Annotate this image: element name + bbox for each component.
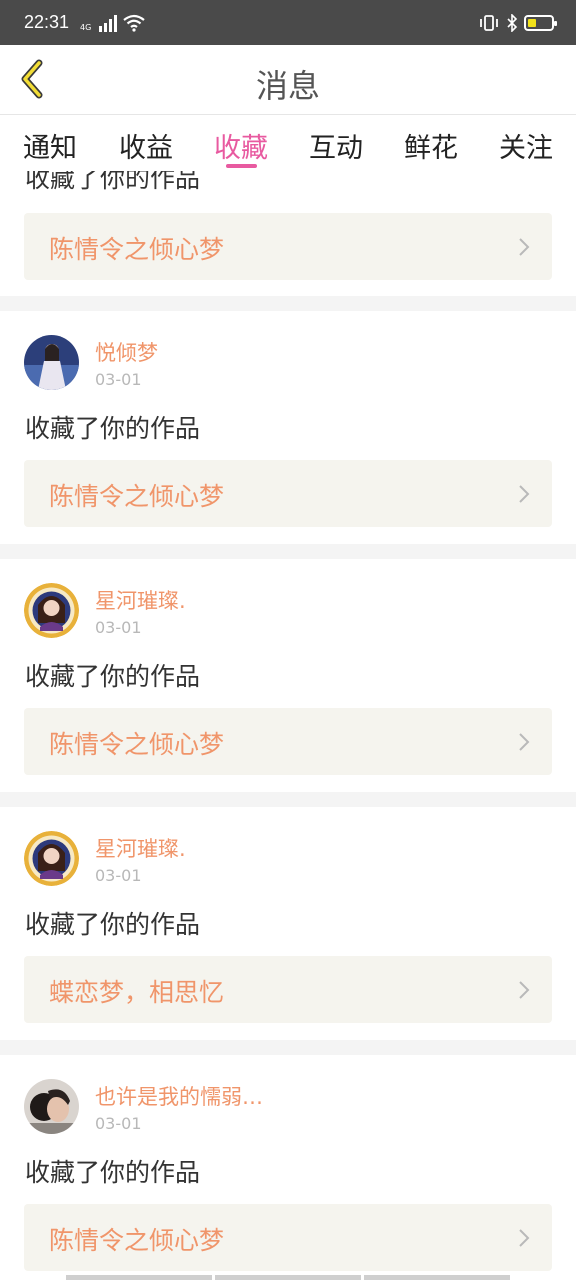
username[interactable]: 也许是我的懦弱… — [95, 1081, 263, 1111]
card-divider — [0, 1040, 576, 1055]
work-link[interactable]: 蝶恋梦，相思忆 — [24, 956, 552, 1023]
chevron-right-icon — [519, 981, 530, 999]
status-left-icons: 4G — [80, 14, 145, 32]
tab-earnings[interactable]: 收益 — [119, 126, 173, 165]
feed-item: 星河璀璨. 03-01 收藏了你的作品 蝶恋梦，相思忆 — [0, 807, 576, 1043]
action-text: 收藏了你的作品 — [25, 414, 201, 443]
work-link[interactable]: 陈情令之倾心梦 — [24, 1204, 552, 1271]
action-text: 收藏了你的作品 — [25, 171, 201, 193]
feed-item: 也许是我的懦弱… 03-01 收藏了你的作品 陈情令之倾心梦 — [0, 1055, 576, 1280]
work-title: 蝶恋梦，相思忆 — [49, 978, 225, 1007]
network-type-label: 4G — [80, 23, 92, 32]
card-divider — [0, 296, 576, 311]
battery-level-fill — [528, 19, 536, 27]
work-title: 陈情令之倾心梦 — [49, 482, 225, 511]
username[interactable]: 星河璀璨. — [95, 585, 186, 615]
username[interactable]: 悦倾梦 — [95, 337, 158, 367]
action-text: 收藏了你的作品 — [25, 910, 201, 939]
feed-item: 悦倾梦 03-01 收藏了你的作品 陈情令之倾心梦 — [0, 311, 576, 547]
user-avatar[interactable] — [24, 335, 79, 390]
timestamp: 03-01 — [95, 866, 142, 885]
work-title: 陈情令之倾心梦 — [49, 730, 225, 759]
message-tabs: 通知 收益 收藏 互动 鲜花 关注 — [0, 116, 576, 171]
action-text: 收藏了你的作品 — [25, 1158, 201, 1187]
bluetooth-icon — [507, 14, 518, 32]
user-avatar[interactable] — [24, 583, 79, 638]
timestamp: 03-01 — [95, 370, 142, 389]
timestamp: 03-01 — [95, 618, 142, 637]
card-divider — [0, 792, 576, 807]
status-right-icons — [478, 14, 557, 32]
work-link[interactable]: 陈情令之倾心梦 — [24, 708, 552, 775]
tab-notifications[interactable]: 通知 — [23, 126, 77, 165]
vibrate-icon — [480, 15, 498, 31]
favorites-feed[interactable]: 收藏了你的作品 陈情令之倾心梦 悦倾梦 03-01 收藏了你的作品 陈情令之倾心… — [0, 171, 576, 1280]
active-tab-indicator — [226, 164, 257, 168]
page-title: 消息 — [255, 67, 320, 105]
status-time: 22:31 — [24, 12, 70, 32]
tab-flowers[interactable]: 鲜花 — [404, 126, 458, 165]
work-link[interactable]: 陈情令之倾心梦 — [24, 460, 552, 527]
battery-icon — [524, 15, 557, 31]
feed-item: 星河璀璨. 03-01 收藏了你的作品 陈情令之倾心梦 — [0, 559, 576, 795]
bottom-scroll-indicator — [66, 1275, 510, 1280]
chevron-right-icon — [519, 238, 530, 256]
card-divider — [0, 544, 576, 559]
signal-icon — [99, 14, 118, 32]
chevron-right-icon — [519, 1229, 530, 1247]
status-bar: 22:31 4G — [0, 0, 576, 45]
tab-interactions[interactable]: 互动 — [309, 126, 363, 165]
work-link[interactable]: 陈情令之倾心梦 — [24, 213, 552, 280]
work-title: 陈情令之倾心梦 — [49, 235, 225, 264]
timestamp: 03-01 — [95, 1114, 142, 1133]
action-text: 收藏了你的作品 — [25, 662, 201, 691]
wifi-icon — [123, 14, 145, 32]
chevron-right-icon — [519, 485, 530, 503]
user-avatar[interactable] — [24, 831, 79, 886]
tab-following[interactable]: 关注 — [499, 126, 553, 165]
user-avatar[interactable] — [24, 1079, 79, 1134]
work-title: 陈情令之倾心梦 — [49, 1226, 225, 1255]
chevron-right-icon — [519, 733, 530, 751]
username[interactable]: 星河璀璨. — [95, 833, 186, 863]
tab-favorites[interactable]: 收藏 — [214, 126, 268, 165]
top-nav-bar: 消息 — [0, 45, 576, 115]
